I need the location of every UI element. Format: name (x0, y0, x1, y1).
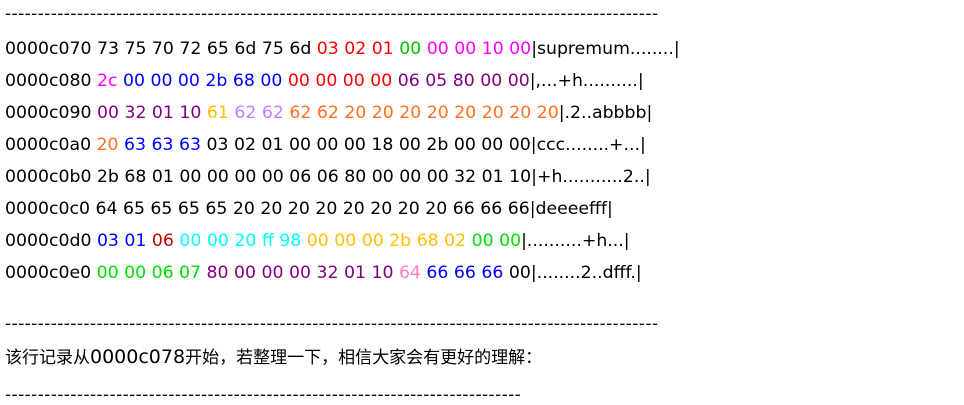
hexdump-segment: 0000c090 (5, 103, 97, 123)
hexdump-document: ----------------------------------------… (5, 0, 960, 405)
hexdump-segment: |,...+h..........| (529, 71, 644, 91)
hexdump-segment: 00 00 00 00 (287, 71, 398, 91)
hexdump-segment: 0000c0e0 (5, 263, 97, 283)
hexdump-line: 0000c0b0 2b 68 01 00 00 00 00 06 06 80 0… (5, 166, 680, 198)
hexdump-segment: |........2..dfff.| (530, 263, 642, 283)
hexdump-segment: 2c (96, 71, 123, 91)
hexdump-segment: 03 02 01 (316, 39, 400, 59)
start-address: 0000c078 (90, 346, 186, 368)
hexdump-segment: 06 (151, 231, 180, 251)
hexdump-segment: 0000c0d0 (5, 231, 97, 251)
hexdump-segment: 73 75 70 72 65 6d 75 6d (96, 39, 317, 59)
hexdump-segment: 80 00 00 00 32 01 10 (206, 263, 399, 283)
hexdump-line: 0000c080 2c 00 00 00 2b 68 00 00 00 00 0… (5, 70, 680, 102)
hexdump-segment: 62 62 (234, 103, 290, 123)
hexdump-segment: 0000c0b0 2b 68 01 00 00 00 00 06 06 80 0… (5, 167, 532, 187)
hexdump-segment: |.2..abbbb| (558, 103, 653, 123)
hexdump-segment: 00 32 01 10 (96, 103, 207, 123)
hexdump-segment: |ccc........+...| (530, 135, 646, 155)
explanation-suffix: 开始，若整理一下，相信大家会有更好的理解： (185, 348, 543, 368)
hexdump-segment: 0000c0c0 64 65 65 65 65 20 20 20 20 20 2… (5, 199, 530, 219)
hexdump-segment: 62 62 20 20 20 20 20 20 20 20 (289, 103, 559, 123)
divider-middle: ----------------------------------------… (5, 314, 659, 334)
hexdump-segment: 20 (96, 135, 125, 155)
hexdump-segment: 03 02 01 00 00 00 18 00 2b 00 00 00 (206, 135, 531, 155)
divider-top: ----------------------------------------… (5, 4, 659, 24)
hexdump-segment: 00 00 06 07 (96, 263, 207, 283)
explanation-prefix: 该行记录从 (5, 348, 90, 368)
hexdump-segment: 63 63 63 (124, 135, 207, 155)
hexdump-line: 0000c070 73 75 70 72 65 6d 75 6d 03 02 0… (5, 38, 680, 70)
hexdump-block: 0000c070 73 75 70 72 65 6d 75 6d 03 02 0… (5, 38, 680, 294)
hexdump-segment: |+h...........2..| (531, 167, 651, 187)
hexdump-line: 0000c090 00 32 01 10 61 62 62 62 62 20 2… (5, 102, 680, 134)
hexdump-segment: 0000c080 (5, 71, 97, 91)
hexdump-segment: 00 00 00 2b 68 02 (306, 231, 472, 251)
hexdump-segment: 61 (206, 103, 235, 123)
hexdump-segment: 64 (398, 263, 427, 283)
hexdump-segment: 66 66 66 (426, 263, 509, 283)
hexdump-line: 0000c0e0 00 00 06 07 80 00 00 00 32 01 1… (5, 262, 680, 294)
hexdump-segment: 00 00 00 2b 68 00 (122, 71, 288, 91)
hexdump-segment: 00 00 20 ff 98 (179, 231, 307, 251)
divider-bottom: ----------------------------------------… (5, 385, 522, 405)
hexdump-segment: |..........+h...| (521, 231, 630, 251)
hexdump-segment: 03 01 (96, 231, 152, 251)
hexdump-segment: |supremum........| (531, 39, 680, 59)
explanation-text: 该行记录从0000c078开始，若整理一下，相信大家会有更好的理解： (5, 346, 542, 369)
hexdump-segment: 00 00 10 00 (426, 39, 532, 59)
hexdump-line: 0000c0c0 64 65 65 65 65 20 20 20 20 20 2… (5, 198, 680, 230)
hexdump-segment: 06 05 80 00 00 (397, 71, 530, 91)
hexdump-segment: 00 (508, 263, 531, 283)
hexdump-segment: 0000c070 (5, 39, 97, 59)
hexdump-segment: |deeeefff| (529, 199, 613, 219)
hexdump-segment: 0000c0a0 (5, 135, 97, 155)
hexdump-line: 0000c0a0 20 63 63 63 03 02 01 00 00 00 1… (5, 134, 680, 166)
hexdump-segment: 00 00 (471, 231, 522, 251)
hexdump-segment: 00 (399, 39, 427, 59)
hexdump-line: 0000c0d0 03 01 06 00 00 20 ff 98 00 00 0… (5, 230, 680, 262)
